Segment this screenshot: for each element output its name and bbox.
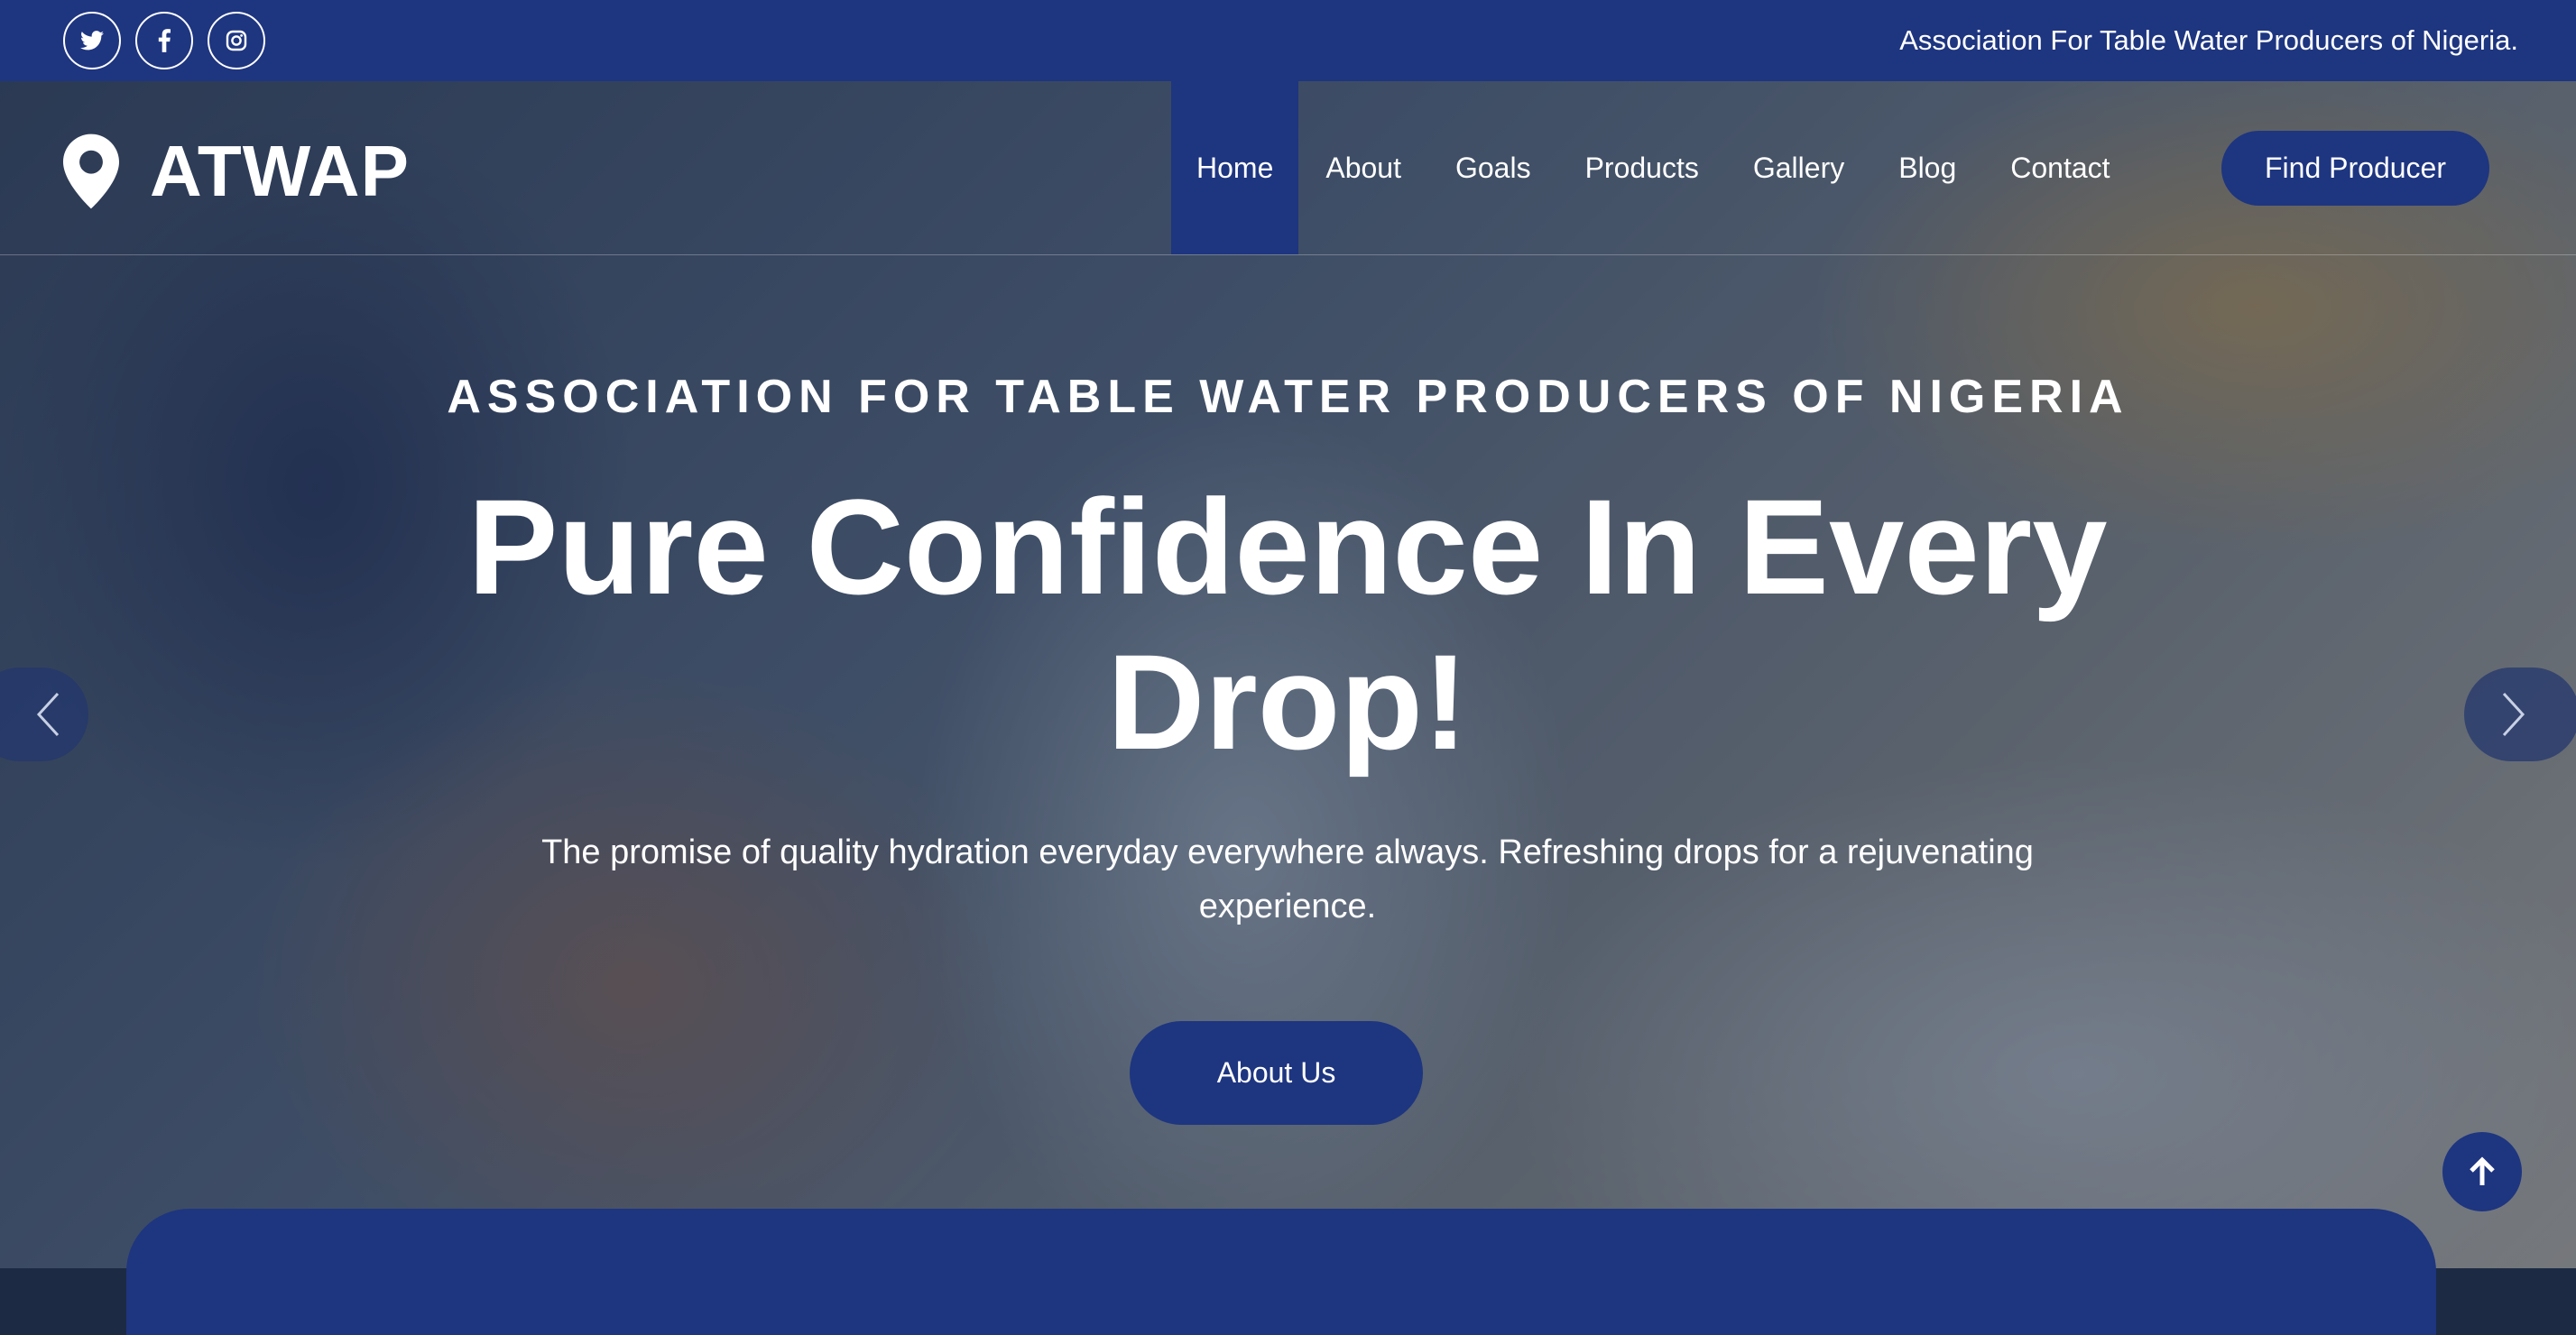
hero-subtext: The promise of quality hydration everyda…: [541, 833, 2034, 925]
nav-gallery[interactable]: Gallery: [1726, 81, 1871, 254]
map-pin-icon: [63, 134, 119, 209]
hero-eyebrow: ASSOCIATION FOR TABLE WATER PRODUCERS OF…: [447, 371, 2129, 423]
brand-logo[interactable]: ATWAP: [63, 130, 410, 213]
section-band: [126, 1209, 2436, 1335]
back-to-top-button[interactable]: [2442, 1132, 2522, 1211]
chevron-right-icon: [2502, 692, 2525, 737]
nav-goals[interactable]: Goals: [1428, 81, 1558, 254]
carousel-next-button[interactable]: [2464, 668, 2576, 761]
nav-blog[interactable]: Blog: [1871, 81, 1983, 254]
chevron-left-icon: [36, 692, 60, 737]
twitter-icon: [80, 31, 104, 51]
instagram-icon: [226, 30, 247, 51]
nav-home[interactable]: Home: [1171, 81, 1299, 254]
site-tagline: Association For Table Water Producers of…: [1899, 24, 2518, 56]
facebook-icon: [158, 29, 171, 52]
find-producer-button[interactable]: Find Producer: [2221, 131, 2489, 206]
brand-name: ATWAP: [150, 131, 410, 211]
nav-products[interactable]: Products: [1558, 81, 1726, 254]
main-navbar: ATWAP Home About Goals Products Gallery …: [0, 81, 2576, 255]
nav-menu: Home About Goals Products Gallery Blog C…: [1171, 81, 2137, 254]
top-bar: Association For Table Water Producers of…: [0, 0, 2576, 81]
nav-contact[interactable]: Contact: [1983, 81, 2137, 254]
hero-headline: Pure Confidence In Every Drop!: [467, 471, 2108, 778]
social-links: [63, 12, 265, 69]
about-us-button[interactable]: About Us: [1130, 1021, 1423, 1125]
arrow-up-icon: [2470, 1156, 2495, 1185]
twitter-link[interactable]: [63, 12, 121, 69]
facebook-link[interactable]: [135, 12, 193, 69]
instagram-link[interactable]: [208, 12, 265, 69]
nav-about[interactable]: About: [1298, 81, 1428, 254]
